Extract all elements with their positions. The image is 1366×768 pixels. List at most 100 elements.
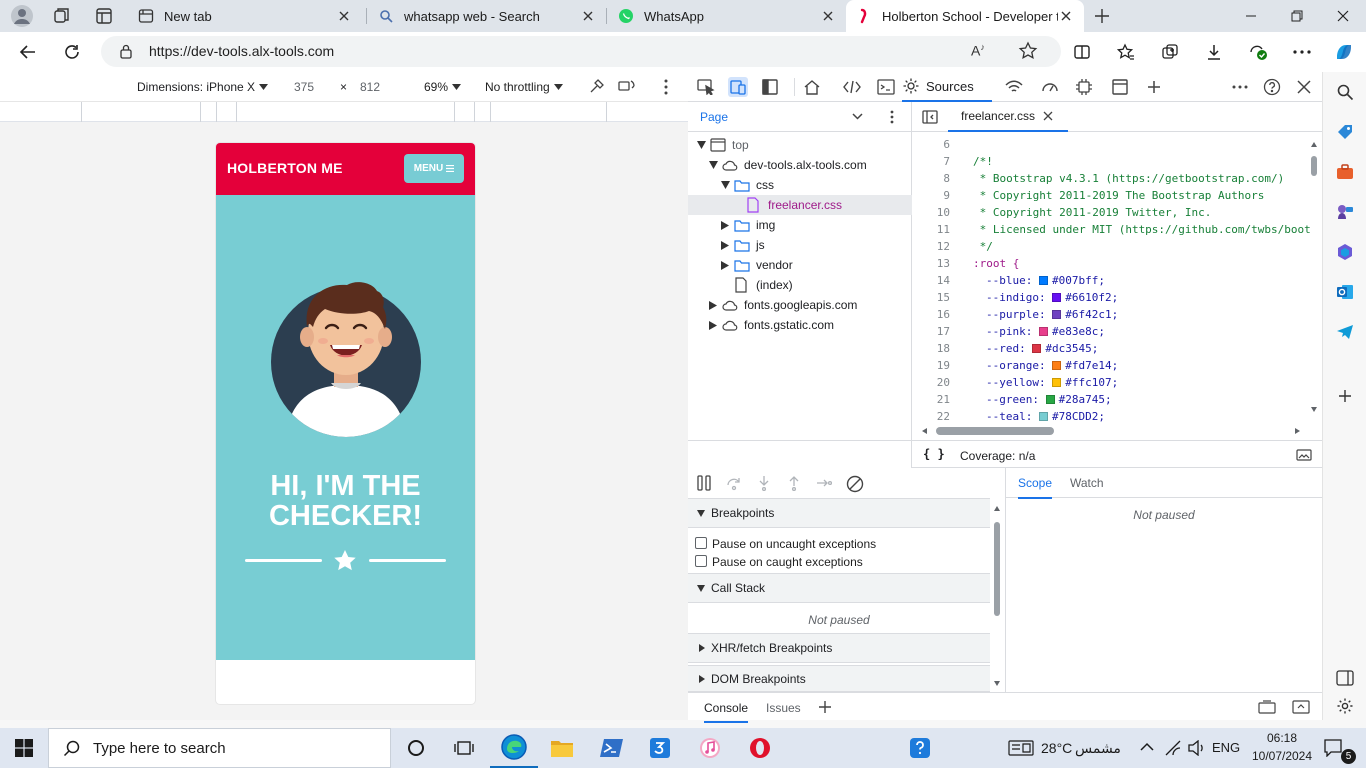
line-number[interactable]: 7 (912, 153, 950, 170)
weather-text[interactable]: مشمس (1075, 740, 1121, 757)
screenshot-icon[interactable] (1296, 449, 1312, 461)
phone-menu-button[interactable]: MENU (404, 154, 464, 183)
navigator-more-icon[interactable] (890, 110, 894, 124)
help-taskbar-icon[interactable] (896, 728, 944, 768)
code-line[interactable]: 21 --green: #28a745; (912, 391, 1312, 408)
toggle-navigator-icon[interactable] (922, 110, 938, 124)
line-number[interactable]: 15 (912, 289, 950, 306)
line-number[interactable]: 20 (912, 374, 950, 391)
tree-freelancer-css[interactable]: freelancer.css (688, 195, 912, 215)
itunes-icon[interactable] (686, 728, 734, 768)
file-explorer-icon[interactable] (538, 728, 586, 768)
tree-domain[interactable]: dev-tools.alx-tools.com (688, 155, 912, 175)
collections-icon[interactable] (1154, 36, 1186, 68)
edge-taskbar-icon[interactable] (490, 728, 538, 768)
code-line[interactable]: 8 * Bootstrap v4.3.1 (https://getbootstr… (912, 170, 1312, 187)
close-tab-icon[interactable] (1058, 8, 1074, 24)
device-more-icon[interactable] (664, 79, 668, 95)
performance-icon[interactable] (1040, 77, 1060, 97)
rotate-icon[interactable] (618, 78, 636, 94)
tab-actions-icon[interactable] (94, 6, 114, 26)
close-tab-icon[interactable] (820, 8, 836, 24)
send-telegram-icon[interactable] (1335, 322, 1355, 342)
clock-date[interactable]: 10/07/2024 (1250, 749, 1314, 763)
opera-icon[interactable] (736, 728, 784, 768)
code-lines[interactable]: 6 7 /*! 8 * Bootstrap v4.3.1 (https://getbo… (912, 136, 1312, 426)
tab-holberton[interactable]: Holberton School - Developer to (846, 0, 1084, 32)
app-three-icon[interactable] (636, 728, 684, 768)
color-swatch[interactable] (1038, 412, 1048, 421)
back-icon[interactable] (12, 36, 44, 68)
help-icon[interactable] (1262, 77, 1282, 97)
task-view-icon[interactable] (440, 728, 488, 768)
line-number[interactable]: 21 (912, 391, 950, 408)
color-swatch[interactable] (1052, 310, 1062, 319)
minimize-icon[interactable] (1228, 0, 1274, 32)
line-number[interactable]: 14 (912, 272, 950, 289)
line-number[interactable]: 17 (912, 323, 950, 340)
line-number[interactable]: 9 (912, 187, 950, 204)
copilot-icon[interactable] (1328, 36, 1360, 68)
color-swatch[interactable] (1032, 344, 1042, 353)
close-tab-icon[interactable] (580, 8, 596, 24)
color-swatch[interactable] (1038, 327, 1048, 336)
add-sidebar-app-icon[interactable] (1335, 386, 1355, 406)
color-swatch[interactable] (1038, 276, 1048, 285)
network-icon[interactable] (1164, 740, 1182, 756)
chevron-down-icon[interactable] (852, 113, 863, 120)
code-line[interactable]: 6 (912, 136, 1312, 153)
code-line[interactable]: 10 * Copyright 2011-2019 Twitter, Inc. (912, 204, 1312, 221)
new-tab-plus-icon[interactable] (1092, 6, 1112, 26)
close-drawer-icon[interactable] (1292, 700, 1310, 714)
editor-horizontal-scrollbar[interactable] (922, 426, 1300, 436)
tree-js-folder[interactable]: js (688, 235, 912, 255)
device-height-input[interactable]: 812 (360, 80, 380, 94)
line-number[interactable]: 6 (912, 136, 950, 153)
browser-essentials-icon[interactable] (1242, 36, 1274, 68)
code-line[interactable]: 18 --red: #dc3545; (912, 340, 1312, 357)
network-wifi-icon[interactable] (1004, 77, 1024, 97)
dock-side-icon[interactable] (760, 77, 780, 97)
code-line[interactable]: 11 * Licensed under MIT (https://github.… (912, 221, 1312, 238)
memory-icon[interactable] (1074, 77, 1094, 97)
windows-start-icon[interactable] (0, 728, 48, 768)
inspect-element-icon[interactable] (696, 77, 716, 97)
device-width-input[interactable]: 375 (294, 80, 314, 94)
maximize-icon[interactable] (1274, 0, 1320, 32)
weather-icon[interactable] (1008, 739, 1034, 757)
line-number[interactable]: 22 (912, 408, 950, 425)
watch-tab[interactable]: Watch (1070, 476, 1104, 490)
downloads-icon[interactable] (1198, 36, 1230, 68)
workspaces-icon[interactable] (52, 6, 72, 26)
close-file-icon[interactable] (1043, 111, 1053, 121)
pause-caught-checkbox[interactable] (695, 555, 707, 567)
welcome-home-icon[interactable] (802, 77, 822, 97)
language-indicator[interactable]: ENG (1212, 740, 1240, 755)
color-swatch[interactable] (1052, 293, 1062, 302)
line-number[interactable]: 19 (912, 357, 950, 374)
code-line[interactable]: 9 * Copyright 2011-2019 The Bootstrap Au… (912, 187, 1312, 204)
code-line[interactable]: 13:root { (912, 255, 1312, 272)
dock-drawer-icon[interactable] (1258, 700, 1276, 714)
device-toolbar-toggle-icon[interactable] (728, 77, 748, 97)
line-number[interactable]: 12 (912, 238, 950, 255)
pretty-print-button[interactable]: { } (923, 447, 945, 461)
console-panel-icon[interactable] (876, 77, 896, 97)
code-line[interactable]: 20 --yellow: #ffc107; (912, 374, 1312, 391)
temperature[interactable]: 28°C (1041, 740, 1072, 756)
volume-icon[interactable] (1188, 740, 1206, 756)
line-number[interactable]: 10 (912, 204, 950, 221)
file-tab-freelancer[interactable]: freelancer.css (948, 102, 1068, 132)
tree-fonts-googleapis[interactable]: fonts.googleapis.com (688, 295, 912, 315)
read-aloud-icon[interactable]: A♪ (971, 42, 985, 59)
deactivate-breakpoints-icon[interactable] (846, 475, 864, 493)
outlook-icon[interactable] (1335, 282, 1355, 302)
call-stack-section-header[interactable]: Call Stack (688, 573, 990, 603)
split-screen-icon[interactable] (1066, 36, 1098, 68)
games-icon[interactable] (1335, 202, 1355, 222)
close-devtools-icon[interactable] (1294, 77, 1314, 97)
code-line[interactable]: 17 --pink: #e83e8c; (912, 323, 1312, 340)
tools-briefcase-icon[interactable] (1335, 162, 1355, 182)
copilot-sidebar-icon[interactable] (1335, 242, 1355, 262)
cortana-icon[interactable] (392, 728, 440, 768)
